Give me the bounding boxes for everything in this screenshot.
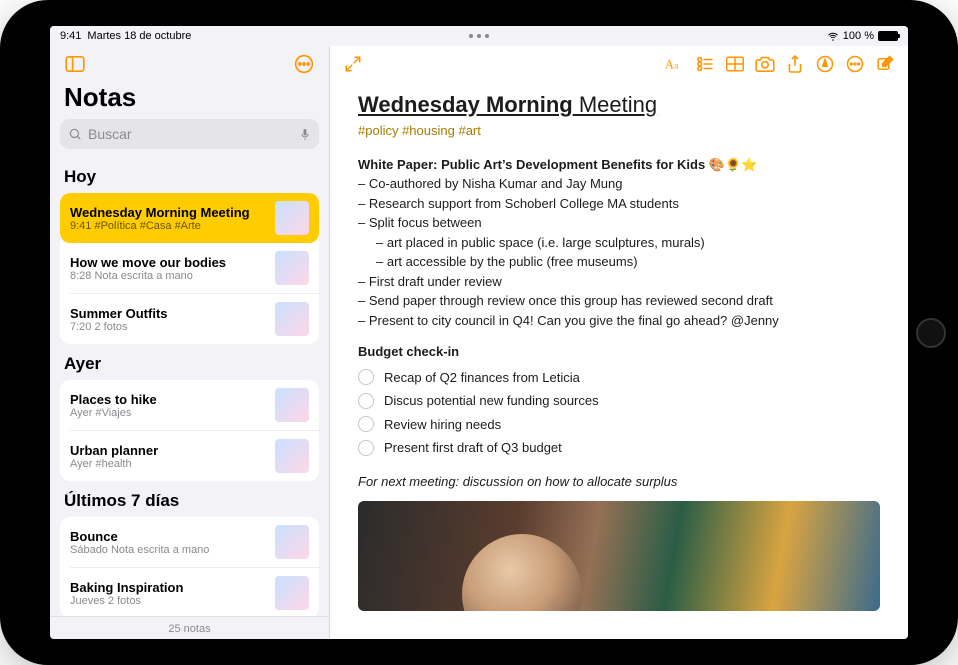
more-options-icon[interactable] xyxy=(291,51,317,77)
checklist-label: Review hiring needs xyxy=(384,415,501,435)
checklist-item[interactable]: Recap of Q2 finances from Leticia xyxy=(358,366,880,390)
note-item-title: How we move our bodies xyxy=(70,255,267,270)
checklist-item[interactable]: Review hiring needs xyxy=(358,413,880,437)
note-item-title: Baking Inspiration xyxy=(70,580,267,595)
note-item-subtitle: Sábado Nota escrita a mano xyxy=(70,544,267,556)
note-attached-photo[interactable] xyxy=(358,501,880,611)
checkbox-icon[interactable] xyxy=(358,416,374,432)
note-item-title: Wednesday Morning Meeting xyxy=(70,205,267,220)
note-thumbnail xyxy=(275,439,309,473)
note-thumbnail xyxy=(275,201,309,235)
note-thumbnail xyxy=(275,302,309,336)
checklist-item[interactable]: Present first draft of Q3 budget xyxy=(358,436,880,460)
home-button[interactable] xyxy=(916,318,946,348)
note-thumbnail xyxy=(275,525,309,559)
note-editor: Aa xyxy=(330,46,908,639)
note-list-item[interactable]: How we move our bodies8:28 Nota escrita … xyxy=(70,243,319,293)
checkbox-icon[interactable] xyxy=(358,369,374,385)
note-line: – Research support from Schoberl College… xyxy=(358,194,880,214)
note-item-title: Places to hike xyxy=(70,392,267,407)
note-list-item[interactable]: Baking InspirationJueves 2 fotos xyxy=(70,567,319,616)
note-thumbnail xyxy=(275,388,309,422)
expand-icon[interactable] xyxy=(340,51,366,77)
checklist-label: Discus potential new funding sources xyxy=(384,391,599,411)
note-thumbnail xyxy=(275,251,309,285)
note-line: – Split focus between xyxy=(358,213,880,233)
checklist-icon[interactable] xyxy=(692,51,718,77)
note-list-item[interactable]: Wednesday Morning Meeting9:41 #Política … xyxy=(60,193,319,243)
battery-text: 100 % xyxy=(843,30,874,42)
note-content[interactable]: Wednesday Morning Meeting #policy #housi… xyxy=(330,82,908,639)
sidebar-title: Notas xyxy=(50,82,329,119)
note-item-title: Bounce xyxy=(70,529,267,544)
search-input[interactable] xyxy=(88,126,293,142)
note-thumbnail xyxy=(275,576,309,610)
checklist-label: Recap of Q2 finances from Leticia xyxy=(384,368,580,388)
checkbox-icon[interactable] xyxy=(358,393,374,409)
notes-sidebar: Notas HoyWednesday Morning Meeting9:41 #… xyxy=(50,46,330,639)
section-header: Ayer xyxy=(60,344,319,380)
section-header: Hoy xyxy=(60,157,319,193)
note-item-title: Summer Outfits xyxy=(70,306,267,321)
note-item-subtitle: Ayer #Viajes xyxy=(70,407,267,419)
note-item-subtitle: 8:28 Nota escrita a mano xyxy=(70,270,267,282)
compose-icon[interactable] xyxy=(872,51,898,77)
sidebar-toggle-icon[interactable] xyxy=(62,51,88,77)
note-line: – Send paper through review once this gr… xyxy=(358,291,880,311)
section-header: Últimos 7 días xyxy=(60,481,319,517)
note-item-subtitle: 7:20 2 fotos xyxy=(70,321,267,333)
battery-icon xyxy=(878,31,898,41)
note-list-item[interactable]: Urban plannerAyer #health xyxy=(70,430,319,481)
note-item-subtitle: 9:41 #Política #Casa #Arte xyxy=(70,220,267,232)
search-field[interactable] xyxy=(60,119,319,149)
note-line: – First draft under review xyxy=(358,272,880,292)
note-line: – Co-authored by Nisha Kumar and Jay Mun… xyxy=(358,174,880,194)
note-item-subtitle: Jueves 2 fotos xyxy=(70,595,267,607)
camera-icon[interactable] xyxy=(752,51,778,77)
budget-heading: Budget check-in xyxy=(358,342,880,362)
note-list-item[interactable]: BounceSábado Nota escrita a mano xyxy=(60,517,319,567)
checklist-item[interactable]: Discus potential new funding sources xyxy=(358,389,880,413)
status-time: 9:41 xyxy=(60,30,81,42)
note-list-item[interactable]: Places to hikeAyer #Viajes xyxy=(60,380,319,430)
table-icon[interactable] xyxy=(722,51,748,77)
more-icon[interactable] xyxy=(842,51,868,77)
text-format-icon[interactable]: Aa xyxy=(662,51,688,77)
note-line: – art accessible by the public (free mus… xyxy=(376,252,880,272)
next-meeting-note: For next meeting: discussion on how to a… xyxy=(358,472,880,492)
status-bar: 9:41 Martes 18 de octubre 100 % xyxy=(50,26,908,46)
multitask-indicator[interactable] xyxy=(469,34,489,38)
svg-text:A: A xyxy=(665,58,674,72)
note-line: – Present to city council in Q4! Can you… xyxy=(358,311,880,331)
note-list-item[interactable]: Summer Outfits7:20 2 fotos xyxy=(70,293,319,344)
search-icon xyxy=(68,127,82,141)
checkbox-icon[interactable] xyxy=(358,440,374,456)
notes-count: 25 notas xyxy=(50,616,329,639)
note-heading: Wednesday Morning Meeting xyxy=(358,88,880,121)
checklist-label: Present first draft of Q3 budget xyxy=(384,438,562,458)
note-tags[interactable]: #policy #housing #art xyxy=(358,121,880,141)
paper-title: White Paper: Public Art’s Development Be… xyxy=(358,155,880,175)
markup-icon[interactable] xyxy=(812,51,838,77)
svg-text:a: a xyxy=(674,61,678,71)
wifi-icon xyxy=(827,30,839,42)
share-icon[interactable] xyxy=(782,51,808,77)
note-line: – art placed in public space (i.e. large… xyxy=(376,233,880,253)
note-item-subtitle: Ayer #health xyxy=(70,458,267,470)
status-date: Martes 18 de octubre xyxy=(87,30,191,42)
note-item-title: Urban planner xyxy=(70,443,267,458)
dictate-icon[interactable] xyxy=(299,126,311,142)
